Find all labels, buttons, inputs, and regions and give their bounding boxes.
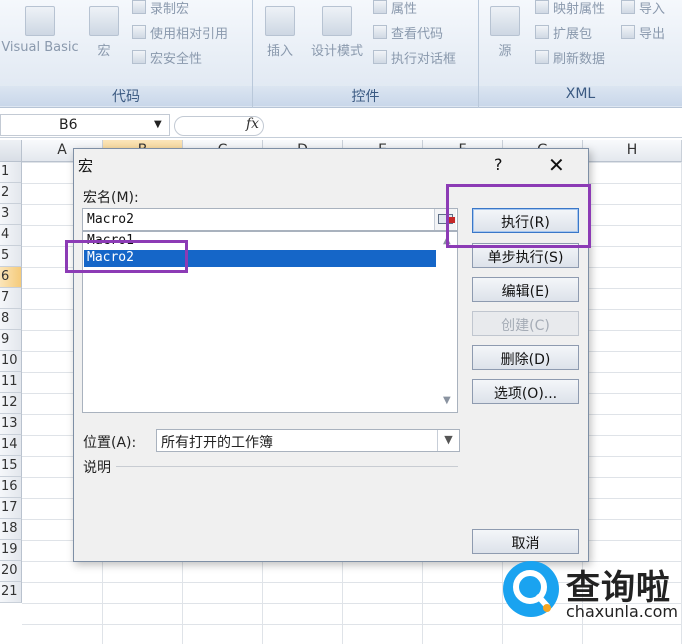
row-header[interactable]: 7 [0, 288, 22, 309]
row-header[interactable]: 2 [0, 183, 22, 204]
export-icon [621, 25, 635, 39]
row-header[interactable]: 12 [0, 393, 22, 414]
properties-button[interactable]: 属性 [373, 0, 417, 18]
controls-group-label: 控件 [253, 86, 478, 106]
code-group-label: 代码 [0, 86, 252, 106]
cancel-button[interactable]: 取消 [472, 529, 579, 554]
import-button[interactable]: 导入 [621, 0, 665, 18]
row-header[interactable]: 4 [0, 225, 22, 246]
column-header[interactable]: H [583, 140, 682, 162]
formula-bar: B6 ▼ fx [0, 112, 682, 138]
row-header[interactable]: 1 [0, 162, 22, 183]
xml-group-label: XML [479, 86, 682, 106]
record-macro-icon [132, 0, 146, 14]
select-all-corner[interactable] [0, 140, 22, 162]
row-header[interactable]: 17 [0, 498, 22, 519]
close-icon[interactable]: ✕ [548, 153, 565, 177]
expansion-packs-button[interactable]: 扩展包 [535, 21, 592, 43]
macro-name-input[interactable]: Macro2 [82, 208, 458, 231]
macro-name-label: 宏名(M): [83, 190, 139, 206]
create-button[interactable]: 创建(C) [472, 311, 579, 336]
view-code-button[interactable]: 查看代码 [373, 21, 443, 43]
run-dialog-icon [373, 50, 387, 64]
expansion-packs-icon [535, 25, 549, 39]
row-header[interactable]: 19 [0, 540, 22, 561]
options-button[interactable]: 选项(O)... [472, 379, 579, 404]
help-icon[interactable]: ? [494, 155, 503, 174]
macros-button[interactable]: 宏 [82, 6, 126, 59]
relative-reference-icon [132, 25, 146, 39]
run-dialog-button[interactable]: 执行对话框 [373, 46, 456, 68]
refresh-data-button[interactable]: 刷新数据 [535, 46, 605, 68]
row-header[interactable]: 6 [0, 267, 22, 288]
watermark-logo-icon [503, 561, 559, 617]
warning-icon [132, 50, 146, 64]
location-label: 位置(A): [83, 435, 137, 451]
macros-icon [89, 6, 119, 36]
function-icon[interactable]: fx [246, 116, 259, 132]
code-group: Visual Basic 宏 录制宏 使用相对引用 宏安全性 代码 [0, 0, 252, 108]
controls-group: 插入 设计模式 属性 查看代码 执行对话框 控件 [253, 0, 478, 108]
row-header[interactable]: 13 [0, 414, 22, 435]
map-properties-icon [535, 0, 549, 14]
row-header[interactable]: 11 [0, 372, 22, 393]
macro-security-button[interactable]: 宏安全性 [132, 46, 202, 68]
location-select[interactable]: 所有打开的工作簿 ▼ [156, 429, 460, 452]
properties-icon [373, 0, 387, 14]
xml-source-button[interactable]: 源 [485, 6, 525, 59]
chevron-down-icon[interactable]: ▼ [437, 430, 459, 451]
design-mode-button[interactable]: 设计模式 [305, 6, 369, 59]
record-macro-button[interactable]: 录制宏 [132, 0, 189, 18]
row-header[interactable]: 5 [0, 246, 22, 267]
row-header[interactable]: 21 [0, 582, 22, 603]
row-header[interactable]: 16 [0, 477, 22, 498]
refresh-icon [535, 50, 549, 64]
row-header[interactable]: 18 [0, 519, 22, 540]
view-code-icon [373, 25, 387, 39]
excel-window: Visual Basic 宏 录制宏 使用相对引用 宏安全性 代码 插入 设计模… [0, 0, 682, 644]
row-header[interactable]: 9 [0, 330, 22, 351]
toolbox-icon [265, 6, 295, 36]
xml-group: 源 映射属性 扩展包 刷新数据 导入 导出 XML [479, 0, 682, 108]
row-header[interactable]: 14 [0, 435, 22, 456]
dialog-title: 宏 [78, 157, 94, 175]
xml-source-icon [490, 6, 520, 36]
map-properties-button[interactable]: 映射属性 [535, 0, 605, 18]
row-header[interactable]: 20 [0, 561, 22, 582]
row-header[interactable]: 15 [0, 456, 22, 477]
insert-control-button[interactable]: 插入 [257, 6, 303, 59]
chevron-down-icon[interactable]: ▼ [154, 119, 162, 130]
visual-basic-button[interactable]: Visual Basic [0, 6, 80, 55]
row-header[interactable]: 3 [0, 204, 22, 225]
highlight-box-macro2 [65, 240, 188, 273]
delete-button[interactable]: 删除(D) [472, 345, 579, 370]
visual-basic-icon [25, 6, 55, 36]
import-icon [621, 0, 635, 14]
search-icon [513, 570, 551, 612]
description-divider [116, 466, 458, 467]
row-header[interactable]: 10 [0, 351, 22, 372]
description-label: 说明 [83, 460, 111, 476]
highlight-box-run [446, 184, 591, 248]
relative-reference-button[interactable]: 使用相对引用 [132, 21, 228, 43]
name-box[interactable]: B6 ▼ [0, 114, 170, 136]
edit-button[interactable]: 编辑(E) [472, 277, 579, 302]
developer-ribbon: Visual Basic 宏 录制宏 使用相对引用 宏安全性 代码 插入 设计模… [0, 0, 682, 108]
export-button[interactable]: 导出 [621, 21, 665, 43]
watermark-url: chaxunla.com [566, 602, 678, 621]
design-mode-icon [322, 6, 352, 36]
row-header[interactable]: 8 [0, 309, 22, 330]
scroll-down-icon[interactable]: ▼ [443, 395, 451, 406]
